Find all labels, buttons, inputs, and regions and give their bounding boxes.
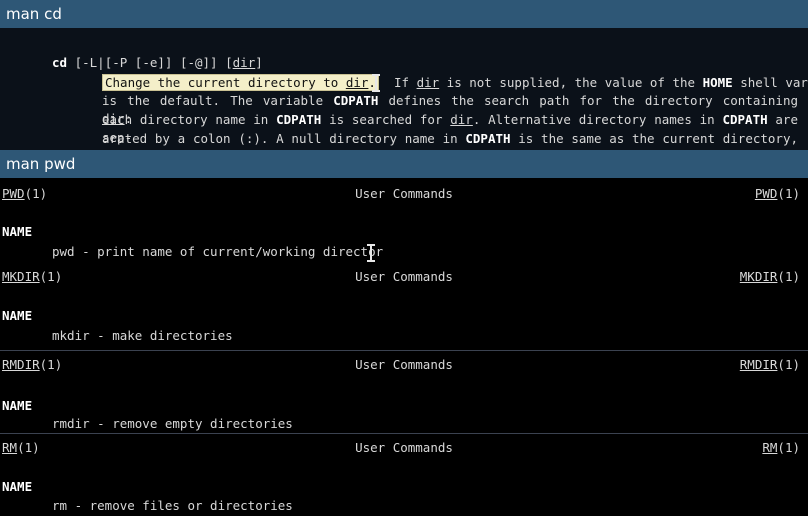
page-header-right: MKDIR(1) [739,269,800,284]
page-header-center: User Commands [355,186,453,201]
text-cursor-icon [372,74,380,92]
man-page-mkdir[interactable]: MKDIR(1) User Commands MKDIR(1) NAME mkd… [0,266,808,350]
man-cd-titlebar[interactable]: man cd [0,0,808,28]
man-cd-pane[interactable]: cd [-L|[-P [-e]] [-@]] [dir] Change the … [0,28,808,150]
page-header-right: RMDIR(1) [739,357,800,372]
man-pwd-titlebar[interactable]: man pwd [0,150,808,178]
man-cd-title: man cd [6,5,62,23]
page-name-description: mkdir - make directories [52,328,233,343]
page-name-description: rmdir - remove empty directories [52,416,293,431]
page-name-description: pwd - print name of current/working dire… [52,244,384,259]
page-header-center: User Commands [355,357,453,372]
cd-desc-line-3: each directory name in CDPATH is searche… [102,112,798,145]
section-heading-name: NAME [2,224,33,239]
man-page-rm[interactable]: RM(1) User Commands RM(1) NAME rm - remo… [0,434,808,516]
page-header-center: User Commands [355,269,453,284]
man-pwd-title: man pwd [6,155,76,173]
cd-desc-line-4: arated by a colon (:). A null directory … [102,131,798,146]
man-page-pwd[interactable]: PWD(1) User Commands PWD(1) NAME pwd - p… [0,178,808,266]
cd-desc-line-2: is the default. The variable CDPATH defi… [102,93,798,126]
section-heading-name: NAME [2,308,33,323]
page-header-right: RM(1) [762,440,800,455]
mouse-ibeam-icon [367,244,375,262]
page-name-description: rm - remove files or directories [52,498,293,513]
cd-synopsis: cd [-L|[-P [-e]] [-@]] [dir] [52,55,263,70]
page-header-right: PWD(1) [754,186,800,201]
man-page-rmdir[interactable]: RMDIR(1) User Commands RMDIR(1) NAME rmd… [0,351,808,433]
page-header-center: User Commands [355,440,453,455]
cd-desc-line-1: Change the current directory to dir. If … [102,74,808,92]
section-heading-name: NAME [2,479,33,494]
text-selection-highlight[interactable]: Change the current directory to dir. [102,74,379,91]
section-heading-name: NAME [2,398,33,413]
